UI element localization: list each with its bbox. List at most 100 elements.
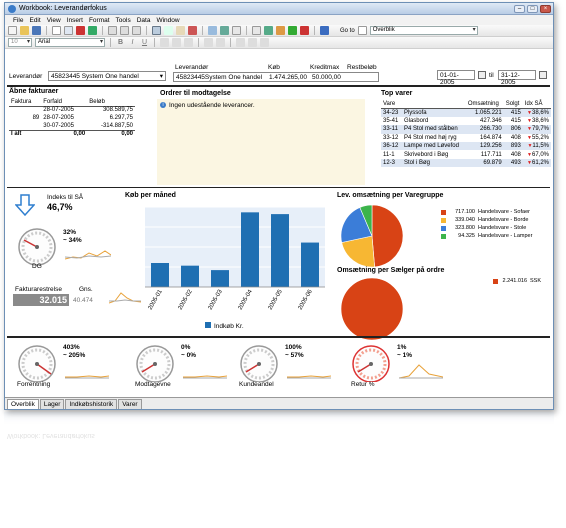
legend-swatch [441,209,446,215]
bar-2005-02[interactable] [181,265,199,287]
bar-2005-01[interactable] [151,263,169,287]
export-icon[interactable] [88,26,97,35]
summary-header-creditmax: Kreditmax [310,64,340,71]
paste-icon[interactable] [132,26,141,35]
chart-icon[interactable] [232,26,241,35]
preview-icon[interactable] [64,26,73,35]
top-item-code: 34-23 [381,108,402,117]
font-name-select[interactable]: Arial [35,38,105,47]
align-center-icon[interactable] [172,38,181,47]
menu-edit[interactable]: Edit [29,17,40,24]
goto-select[interactable]: Overblik [369,26,478,35]
menu-window[interactable]: Window [156,17,179,24]
borders-icon[interactable] [248,38,257,47]
top-item-index: ▼79,7% [522,125,551,134]
title-bar: Workbook: Leverandørfokus – □ × [5,3,553,15]
table-row[interactable]: 36-12 Lampe med Løvefod 129.256 893 ▼11,5% [381,141,551,151]
copy-icon[interactable] [120,26,129,35]
pdf-icon[interactable] [76,26,85,35]
draw-icon[interactable] [188,26,197,35]
table-row[interactable]: 30-07-2005 -314.887,50 [9,122,135,130]
menu-data[interactable]: Data [137,17,151,24]
invoices-col-invoice: Faktura [9,98,42,107]
minimize-button[interactable]: – [514,4,525,13]
top-item-revenue: 164.874 [480,134,502,141]
gauge-pct1: 100% [285,344,302,351]
calendar-icon[interactable] [478,71,486,79]
bold-button[interactable]: B [116,39,125,46]
table-row[interactable]: 33-12 P4 Stol med høj ryg 164.874 408 ▼55,2% [381,134,551,142]
x-tick-label: 2005-02 [178,288,195,311]
align-left-icon[interactable] [160,38,169,47]
gauge-label: Forrentning [17,381,51,388]
invoice-due: 28-07-2005 [43,107,74,114]
bar-2005-03[interactable] [211,270,229,287]
legend-item: 323.800 Handelsvare - Stole [441,224,551,232]
refresh-icon[interactable] [288,26,297,35]
table-row[interactable]: 34-23 Plyssofa 1.065.221 415 ▼38,6% [381,108,551,117]
date-from-input[interactable]: 01-01-2005 [437,70,475,86]
top-item-sold: 415 [503,108,523,117]
table-row[interactable]: 28-07-2005 308.589,75 [9,106,135,114]
date-to-input[interactable]: 31-12-2005 [498,70,536,86]
bar-2005-04[interactable] [241,212,259,287]
tab-overblik[interactable]: Overblik [7,399,39,409]
open-icon[interactable] [20,26,29,35]
table-row[interactable]: 89 28-07-2005 6.297,75 [9,114,135,122]
menu-file[interactable]: File [13,17,23,24]
graph-icon[interactable] [264,26,273,35]
stop-icon[interactable] [300,26,309,35]
table-icon[interactable] [208,26,217,35]
supplier-select[interactable]: 45823445 System One handel ▾ [48,71,166,81]
tab-varer[interactable]: Varer [118,399,142,409]
cut-icon[interactable] [108,26,117,35]
new-icon[interactable] [8,26,17,35]
divider [7,187,550,188]
invoice-number: 89 [32,115,40,121]
pie-slice-0[interactable] [340,277,404,341]
outdent-icon[interactable] [216,38,225,47]
text-icon[interactable] [176,26,185,35]
top-item-code: 35-41 [383,117,399,124]
table-row[interactable]: 12-3 Stol i Bøg 69.879 493 ▼61,2% [381,158,551,168]
select-icon[interactable] [164,26,173,35]
bar-2005-06[interactable] [301,242,319,287]
info-icon: i [160,102,166,108]
font-size-select[interactable]: 10 [8,38,32,47]
comment-icon[interactable] [252,26,261,35]
print-icon[interactable] [52,26,61,35]
gauge-sparkline [399,364,443,379]
menu-format[interactable]: Format [89,17,110,24]
bar-2005-05[interactable] [271,214,289,287]
maximize-button[interactable]: □ [527,4,538,13]
menu-tools[interactable]: Tools [116,17,131,24]
align-right-icon[interactable] [184,38,193,47]
indent-icon[interactable] [204,38,213,47]
divider [7,85,550,87]
gauges-row: Forrentning 403% ~ 205% Modtagevne 0% ~ 0% Kun… [5,340,553,390]
fill-color-icon[interactable] [260,38,269,47]
save-icon[interactable] [32,26,41,35]
image-icon[interactable] [220,26,229,35]
pointer-icon[interactable] [152,26,161,35]
tab-indkobshistorik[interactable]: Indkøbshistorik [65,399,118,409]
gauge-pct1: 1% [397,344,407,351]
table-row[interactable]: 11-1 Skrivebord i Bøg 117.711 408 ▼67,0% [381,150,551,158]
pivot-icon[interactable] [276,26,285,35]
calendar-icon[interactable] [539,71,547,79]
menu-insert[interactable]: Insert [67,17,83,24]
table-row[interactable]: 33-11 P4 Stol med stålben 266.730 806 ▼79,7% [381,125,551,134]
seller-pie-chart [340,277,404,341]
close-button[interactable]: × [540,4,551,13]
table-row[interactable]: 35-41 Glasbord 427.346 415 ▼38,6% [381,117,551,125]
menu-view[interactable]: View [47,17,61,24]
tab-lager[interactable]: Lager [39,399,65,409]
italic-button[interactable]: I [128,39,137,46]
pie-slice-0[interactable] [371,204,404,268]
legend-label: Indkøb Kr. [214,323,244,330]
number-format-icon[interactable] [236,38,245,47]
underline-button[interactable]: U [140,39,149,46]
orders-title: Ordrer til modtagelse [160,90,231,97]
top-items-title: Top varer [381,90,413,97]
filter-icon[interactable] [320,26,329,35]
